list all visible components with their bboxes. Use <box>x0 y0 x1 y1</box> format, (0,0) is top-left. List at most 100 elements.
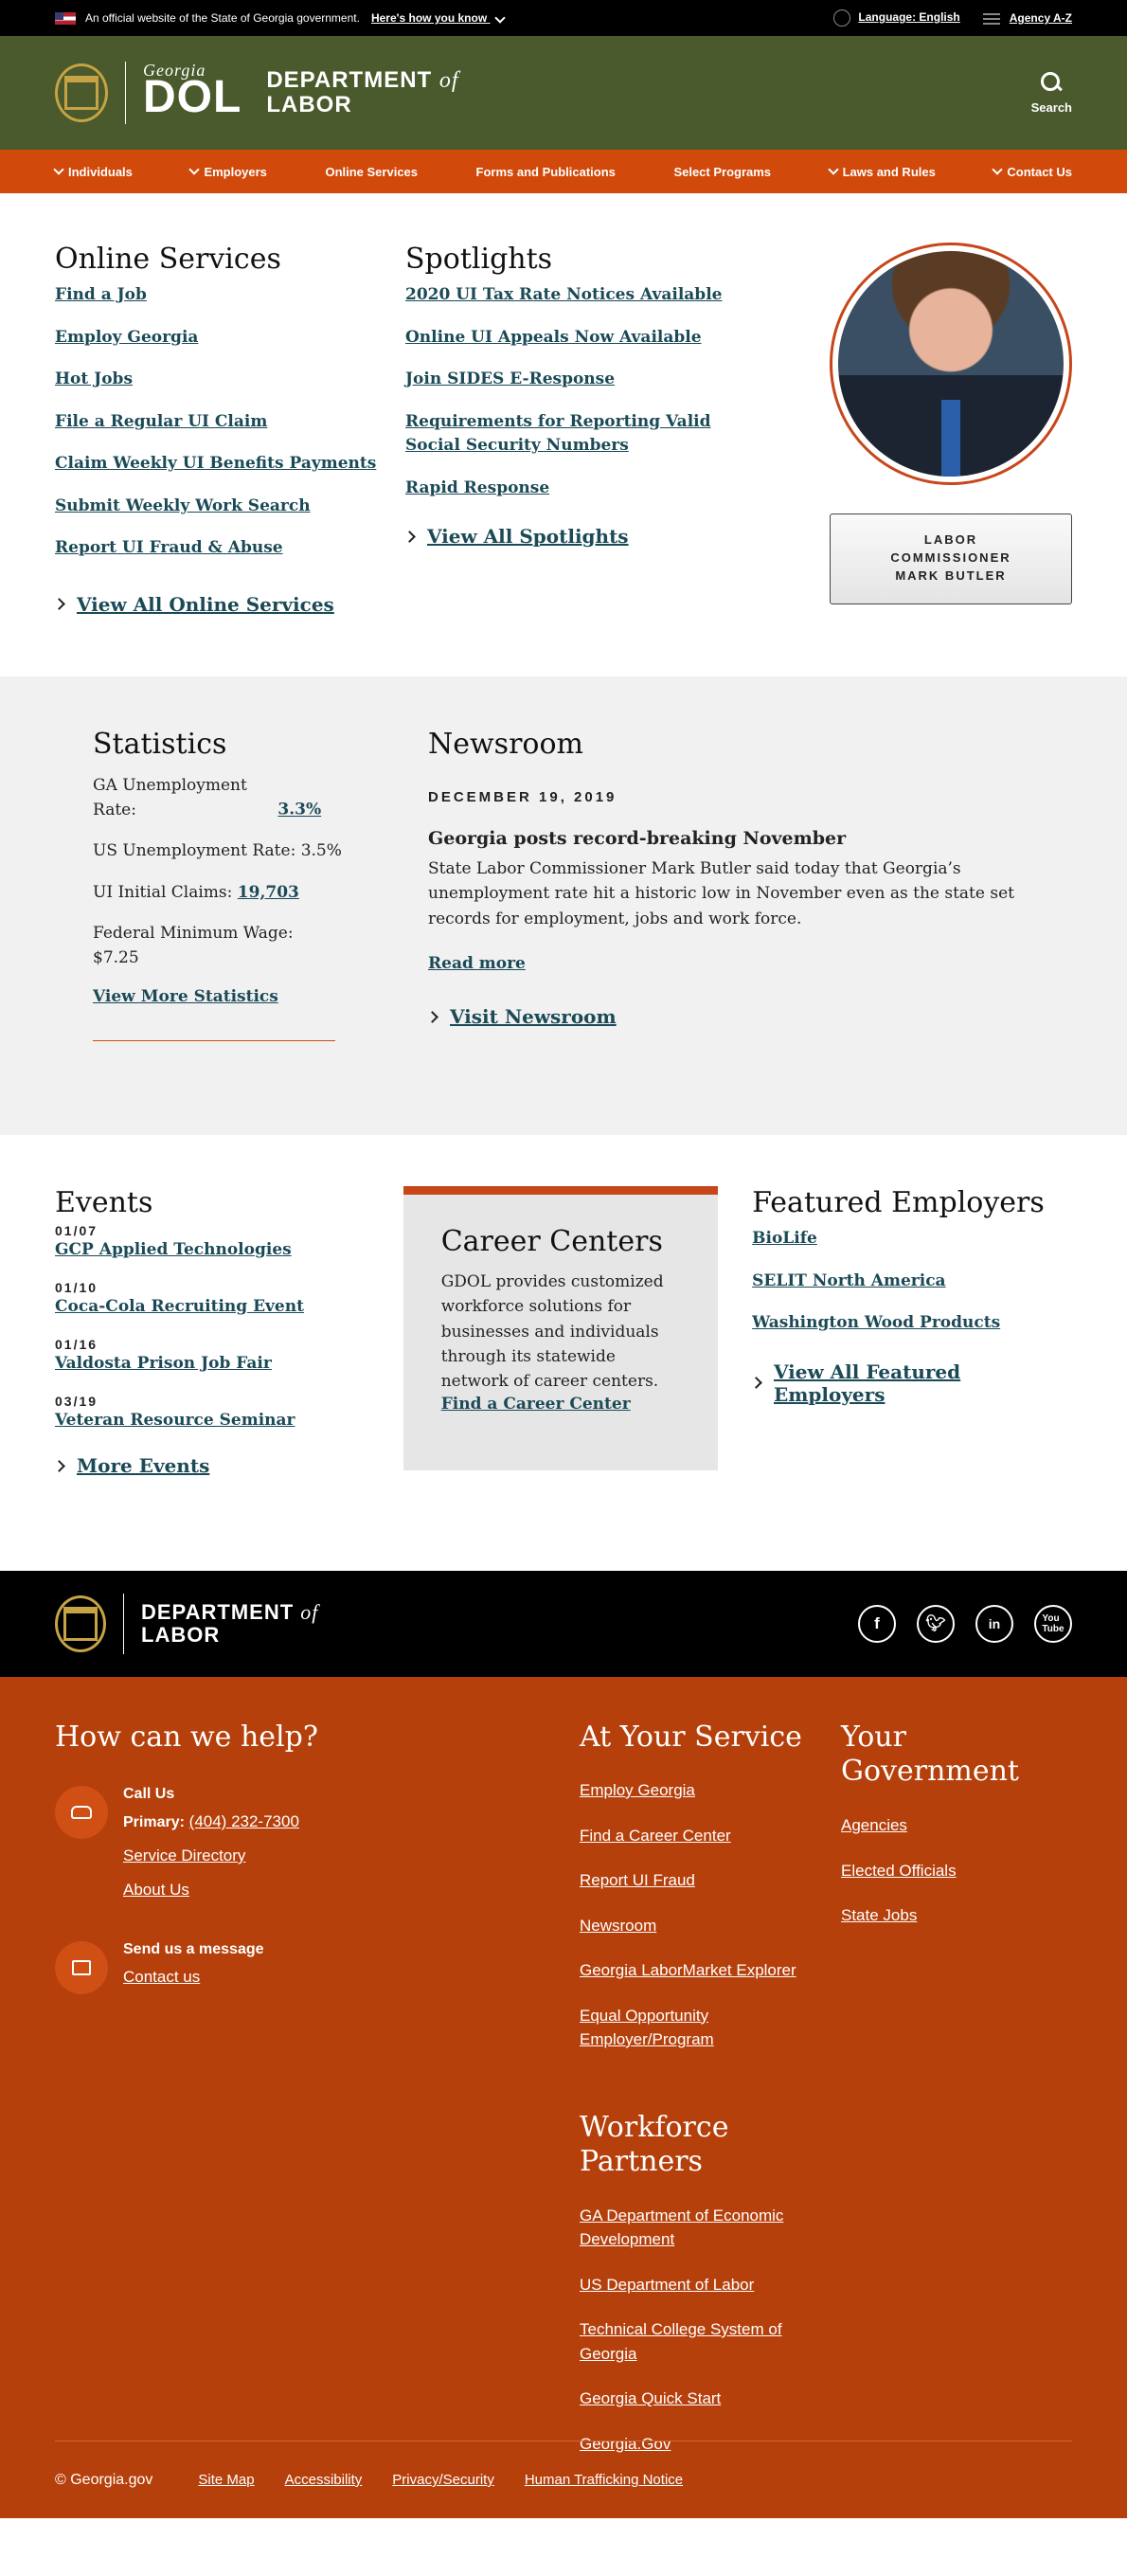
top-section: Online Services Find a Job Employ Georgi… <box>0 193 1127 676</box>
twitter-icon[interactable]: 🐦︎ <box>917 1605 955 1643</box>
footer-link-agencies[interactable]: Agencies <box>841 1813 1068 1838</box>
list-icon <box>982 12 1000 25</box>
chevron-down-icon <box>992 164 1004 175</box>
find-career-center-link[interactable]: Find a Career Center <box>441 1395 631 1414</box>
career-centers-card: Career Centers GDOL provides customized … <box>402 1186 719 1470</box>
about-us-link[interactable]: About Us <box>123 1881 299 1900</box>
view-all-featured-link[interactable]: View All Featured Employers <box>750 1360 1072 1406</box>
linkedin-icon[interactable]: in <box>975 1605 1013 1643</box>
link-sides[interactable]: Join SIDES E-Response <box>405 368 765 392</box>
nav-laws-rules[interactable]: Laws and Rules <box>827 164 936 179</box>
primary-phone-link[interactable]: (404) 232-7300 <box>189 1812 299 1830</box>
commissioner-line2: COMMISSIONER <box>890 549 1011 565</box>
online-services-links: Find a Job Employ Georgia Hot Jobs File … <box>55 283 405 561</box>
event-link[interactable]: GCP Applied Technologies <box>55 1240 403 1259</box>
footer-link-employ-georgia[interactable]: Employ Georgia <box>580 1778 841 1803</box>
featured-employers-section: Featured Employers BioLife SELIT North A… <box>750 1186 1072 1571</box>
globe-icon <box>833 9 851 27</box>
nav-select-programs[interactable]: Select Programs <box>673 165 771 179</box>
agency-az-link[interactable]: Agency A-Z <box>982 11 1072 25</box>
footer-link-state-jobs[interactable]: State Jobs <box>841 1903 1068 1928</box>
commissioner-section: LABOR COMMISSIONER MARK BUTLER <box>765 243 1072 608</box>
search-button[interactable]: Search <box>1031 71 1072 115</box>
commissioner-button[interactable]: LABOR COMMISSIONER MARK BUTLER <box>830 513 1072 604</box>
event-date: 03/19 <box>55 1394 98 1409</box>
site-map-link[interactable]: Site Map <box>198 2472 254 2488</box>
nav-forms-publications[interactable]: Forms and Publications <box>476 165 616 179</box>
view-all-label: View All Online Services <box>77 592 334 616</box>
footer-link-report-ui-fraud[interactable]: Report UI Fraud <box>580 1868 841 1893</box>
link-claim-weekly[interactable]: Claim Weekly UI Benefits Payments <box>55 452 405 477</box>
footer-link-labormarket-explorer[interactable]: Georgia LaborMarket Explorer <box>580 1958 841 1983</box>
nav-online-services[interactable]: Online Services <box>325 165 418 179</box>
heres-how-you-know-link[interactable]: Here's how you know <box>371 11 506 25</box>
events-title: Events <box>55 1186 153 1219</box>
event-link[interactable]: Valdosta Prison Job Fair <box>55 1354 403 1373</box>
events-section: Events 01/07 GCP Applied Technologies 01/… <box>53 1186 403 1571</box>
visit-newsroom-link[interactable]: Visit Newsroom <box>426 1005 1015 1029</box>
event-link[interactable]: Coca-Cola Recruiting Event <box>55 1297 403 1316</box>
service-directory-link[interactable]: Service Directory <box>123 1846 299 1865</box>
view-all-featured-label: View All Featured Employers <box>773 1360 961 1406</box>
nav-label: Select Programs <box>673 164 772 179</box>
link-biolife[interactable]: BioLife <box>752 1227 1072 1252</box>
read-more-link[interactable]: Read more <box>428 954 1015 973</box>
dol-logo[interactable]: Georgia DOL <box>143 62 242 120</box>
link-rapid-response[interactable]: Rapid Response <box>405 477 765 501</box>
ga-unemployment-value[interactable]: 3.3% <box>277 801 321 820</box>
link-weekly-work-search[interactable]: Submit Weekly Work Search <box>55 495 405 519</box>
us-unemployment: US Unemployment Rate: 3.5% <box>93 841 342 860</box>
privacy-security-link[interactable]: Privacy/Security <box>392 2472 494 2488</box>
spotlights-title: Spotlights <box>405 243 553 276</box>
link-find-a-job[interactable]: Find a Job <box>55 283 405 308</box>
chevron-down-icon <box>827 164 839 175</box>
link-washington-wood[interactable]: Washington Wood Products <box>752 1311 1072 1336</box>
link-ui-appeals[interactable]: Online UI Appeals Now Available <box>405 326 765 351</box>
georgia-seal-logo[interactable] <box>55 63 108 122</box>
footer-link-gdecd[interactable]: GA Department of Economic Development <box>580 2204 807 2252</box>
link-ssn-requirements[interactable]: Requirements for Reporting Valid Social … <box>405 410 718 459</box>
official-banner: An official website of the State of Geor… <box>0 0 1127 36</box>
view-all-spotlights-link[interactable]: View All Spotlights <box>403 525 765 548</box>
link-hot-jobs[interactable]: Hot Jobs <box>55 368 405 392</box>
header-divider <box>125 62 126 124</box>
footer-divider <box>123 1594 124 1654</box>
news-headline[interactable]: Georgia posts record-breaking November <box>428 828 1015 849</box>
claims-label: UI Initial Claims: <box>93 882 233 902</box>
nav-individuals[interactable]: Individuals <box>53 164 133 179</box>
contact-us-link[interactable]: Contact us <box>123 1968 264 1987</box>
event-date: 01/10 <box>55 1280 98 1295</box>
link-employ-georgia[interactable]: Employ Georgia <box>55 326 405 351</box>
help-column: How can we help? Call Us Primary: (404) … <box>55 1720 580 2477</box>
youtube-icon[interactable]: You Tube <box>1034 1605 1072 1643</box>
footer-link-find-career-center[interactable]: Find a Career Center <box>580 1824 841 1848</box>
portrait-image <box>838 251 1064 477</box>
dept-line1: DEPARTMENT <box>266 66 433 93</box>
link-file-ui-claim[interactable]: File a Regular UI Claim <box>55 410 405 435</box>
footer-link-quick-start[interactable]: Georgia Quick Start <box>580 2387 841 2411</box>
footer-link-tcsg[interactable]: Technical College System of Georgia <box>580 2317 807 2366</box>
footer-link-newsroom[interactable]: Newsroom <box>580 1914 841 1938</box>
nav-employers[interactable]: Employers <box>188 164 267 179</box>
link-report-fraud[interactable]: Report UI Fraud & Abuse <box>55 536 405 561</box>
accessibility-link[interactable]: Accessibility <box>285 2472 363 2488</box>
language-selector[interactable]: Language: English <box>833 9 960 27</box>
visit-newsroom-label: Visit Newsroom <box>450 1005 617 1029</box>
news-body: State Labor Commissioner Mark Butler sai… <box>428 859 1014 928</box>
event-link[interactable]: Veteran Resource Seminar <box>55 1411 403 1430</box>
link-selit[interactable]: SELIT North America <box>752 1270 1072 1294</box>
nav-label: Individuals <box>68 164 133 179</box>
link-tax-rate-notices[interactable]: 2020 UI Tax Rate Notices Available <box>405 283 765 308</box>
view-all-online-services-link[interactable]: View All Online Services <box>53 592 405 616</box>
more-events-link[interactable]: More Events <box>53 1454 403 1477</box>
footer-link-equal-opportunity[interactable]: Equal Opportunity Employer/Program <box>580 2004 750 2052</box>
claims-value[interactable]: 19,703 <box>238 883 299 902</box>
view-more-statistics-link[interactable]: View More Statistics <box>93 987 349 1006</box>
footer-link-usdol[interactable]: US Department of Labor <box>580 2273 841 2297</box>
georgia-seal-logo[interactable] <box>55 1595 106 1652</box>
nav-contact-us[interactable]: Contact Us <box>992 164 1072 179</box>
chevron-right-icon <box>53 1459 65 1472</box>
facebook-icon[interactable]: f <box>858 1605 896 1643</box>
human-trafficking-link[interactable]: Human Trafficking Notice <box>525 2472 683 2488</box>
footer-link-elected-officials[interactable]: Elected Officials <box>841 1859 1068 1883</box>
